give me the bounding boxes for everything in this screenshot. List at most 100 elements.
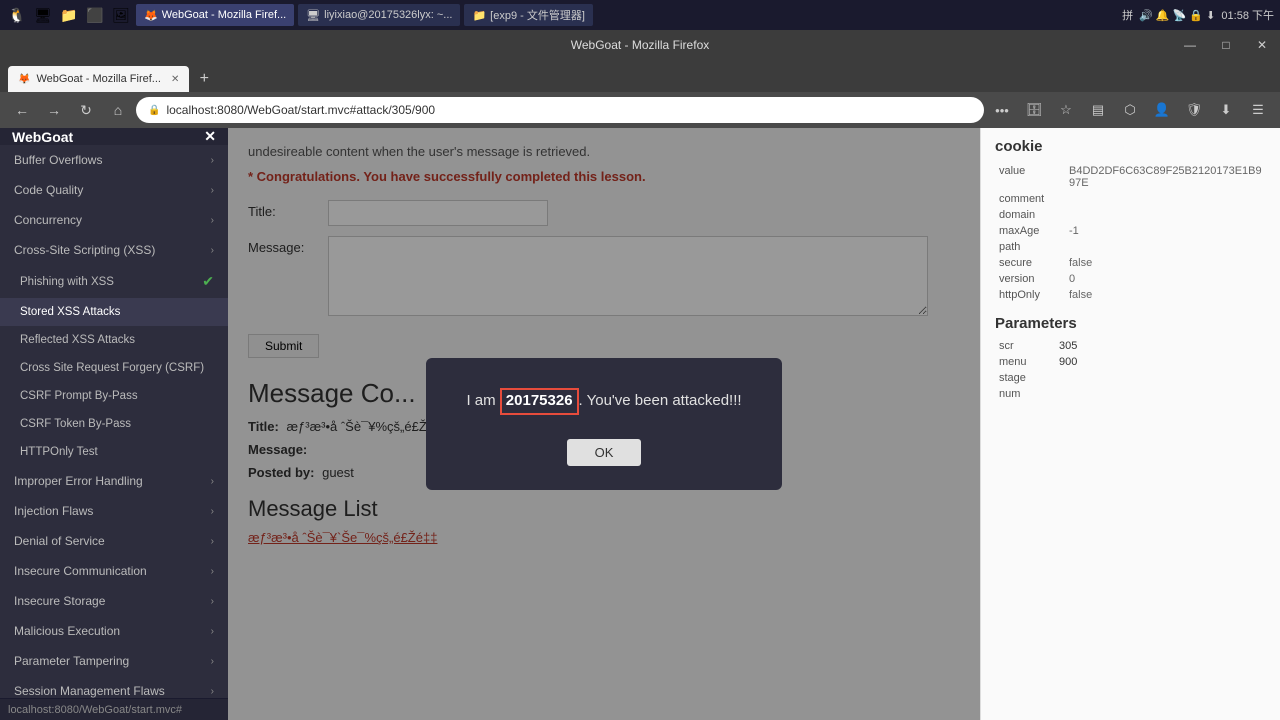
cookie-val: [1065, 239, 1266, 255]
tab-label: WebGoat - Mozilla Firef...: [36, 73, 161, 85]
sidebar-header: WebGoat ✕: [0, 128, 228, 145]
sidebar-item-insecure-comm[interactable]: Insecure Communication ›: [0, 556, 228, 586]
pocket-icon[interactable]: 🗄: [1020, 96, 1048, 124]
sidebar-item-injection[interactable]: Injection Flaws ›: [0, 496, 228, 526]
sidebar-item-stored-xss[interactable]: Stored XSS Attacks: [0, 298, 228, 326]
cookie-title: cookie: [995, 138, 1266, 155]
params-title: Parameters: [995, 315, 1266, 332]
taskbar-terminal2-btn[interactable]: 🖥 liyixiao@20175326lyx: ~...: [298, 4, 460, 26]
sidebar-item-csrf-token[interactable]: CSRF Token By-Pass: [0, 410, 228, 438]
shield-icon[interactable]: 🛡: [1180, 96, 1208, 124]
alert-dialog: I am 20175326. You've been attacked!!! O…: [426, 358, 781, 490]
sidebar-close-icon[interactable]: ✕: [204, 128, 216, 145]
taskbar-firefox-btn[interactable]: 🦊 WebGoat - Mozilla Firef...: [136, 4, 294, 26]
bookmarks-panel-icon[interactable]: ▤: [1084, 96, 1112, 124]
url-text: localhost:8080/WebGoat/start.mvc#attack/…: [166, 103, 435, 117]
taskbar-filemanager-btn[interactable]: 📁 [exp9 - 文件管理器]: [464, 4, 592, 26]
cookie-key: path: [995, 239, 1065, 255]
param-val: [1055, 370, 1266, 386]
more-btn[interactable]: •••: [988, 96, 1016, 124]
menu-icon[interactable]: ☰: [1244, 96, 1272, 124]
taskbar-image-icon[interactable]: 🖼: [110, 4, 132, 26]
param-key: menu: [995, 354, 1055, 370]
input-method-icon[interactable]: 拼: [1122, 7, 1133, 23]
sidebar-item-csrf-prompt[interactable]: CSRF Prompt By-Pass: [0, 382, 228, 410]
cookie-row: comment: [995, 191, 1266, 207]
sidebar-item-param-tampering[interactable]: Parameter Tampering ›: [0, 646, 228, 676]
sidebar-item-csrf[interactable]: Cross Site Request Forgery (CSRF): [0, 354, 228, 382]
minimize-btn[interactable]: —: [1172, 30, 1208, 60]
tab-favicon: 🦊: [18, 74, 30, 85]
sidebar-item-malicious[interactable]: Malicious Execution ›: [0, 616, 228, 646]
sidebar-item-code-quality[interactable]: Code Quality ›: [0, 175, 228, 205]
dialog-text-after: . You've been attacked!!!: [579, 392, 742, 409]
cookie-val: false: [1065, 287, 1266, 303]
expand-icon: ›: [211, 215, 214, 226]
sidebar-item-label: Denial of Service: [14, 534, 211, 548]
maximize-btn[interactable]: □: [1208, 30, 1244, 60]
home-btn[interactable]: ⌂: [104, 96, 132, 124]
bookmark-icon[interactable]: ☆: [1052, 96, 1080, 124]
modal-overlay: I am 20175326. You've been attacked!!! O…: [228, 128, 980, 720]
sidebar-item-insecure-storage[interactable]: Insecure Storage ›: [0, 586, 228, 616]
expand-icon: ›: [211, 686, 214, 697]
sidebar-item-label: Insecure Communication: [14, 564, 211, 578]
sidebar-item-dos[interactable]: Denial of Service ›: [0, 526, 228, 556]
expand-icon: ›: [211, 185, 214, 196]
sidebar-item-phishing[interactable]: Phishing with XSS ✔: [0, 265, 228, 298]
expand-icon: ›: [211, 155, 214, 166]
param-val: 305: [1055, 338, 1266, 354]
cookie-val: 0: [1065, 271, 1266, 287]
status-bar: localhost:8080/WebGoat/start.mvc#: [0, 698, 228, 720]
expand-icon: ›: [211, 476, 214, 487]
taskbar-folder-icon[interactable]: 📁: [58, 4, 80, 26]
sidebar-item-label: Improper Error Handling: [14, 474, 211, 488]
nav-right-icons: ••• 🗄 ☆ ▤ ⬡ 👤 🛡 ⬇ ☰: [988, 96, 1272, 124]
param-row: num: [995, 386, 1266, 402]
sidebar-item-reflected-xss[interactable]: Reflected XSS Attacks: [0, 326, 228, 354]
cookie-val: false: [1065, 255, 1266, 271]
cookie-key: httpOnly: [995, 287, 1065, 303]
cookie-val: [1065, 207, 1266, 223]
sidebar-item-label: Buffer Overflows: [14, 153, 211, 167]
cookie-row: path: [995, 239, 1266, 255]
cookie-key: version: [995, 271, 1065, 287]
cookie-key: comment: [995, 191, 1065, 207]
dialog-text-before: I am: [466, 392, 499, 409]
sidebar-item-label: Phishing with XSS: [20, 276, 202, 288]
address-bar[interactable]: 🔒 localhost:8080/WebGoat/start.mvc#attac…: [136, 97, 984, 123]
firefox-icon: 🦊: [144, 9, 158, 22]
expand-icon: ›: [211, 566, 214, 577]
taskbar-penguin-icon[interactable]: 🐧: [6, 4, 28, 26]
cookie-row: httpOnlyfalse: [995, 287, 1266, 303]
forward-btn[interactable]: →: [40, 96, 68, 124]
browser-nav: ← → ↻ ⌂ 🔒 localhost:8080/WebGoat/start.m…: [0, 92, 1280, 128]
tab-close-icon[interactable]: ✕: [171, 74, 179, 85]
cookie-val: -1: [1065, 223, 1266, 239]
cookie-row: valueB4DD2DF6C63C89F25B2120173E1B997E: [995, 163, 1266, 191]
param-val: 900: [1055, 354, 1266, 370]
content-area: undesireable content when the user's mes…: [228, 128, 1280, 720]
sidebar-item-buffer-overflows[interactable]: Buffer Overflows ›: [0, 145, 228, 175]
close-btn[interactable]: ✕: [1244, 30, 1280, 60]
browser-tab-active[interactable]: 🦊 WebGoat - Mozilla Firef... ✕: [8, 66, 189, 92]
cookie-val: [1065, 191, 1266, 207]
download-icon[interactable]: ⬇: [1212, 96, 1240, 124]
sidebar-item-concurrency[interactable]: Concurrency ›: [0, 205, 228, 235]
sidebar-item-httponly[interactable]: HTTPOnly Test: [0, 438, 228, 466]
reload-btn[interactable]: ↻: [72, 96, 100, 124]
new-tab-btn[interactable]: +: [191, 66, 217, 92]
check-icon: ✔: [202, 273, 214, 290]
browser-title: WebGoat - Mozilla Firefox: [571, 38, 710, 52]
browser-tab-bar: 🦊 WebGoat - Mozilla Firef... ✕ +: [0, 60, 1280, 92]
profile-icon[interactable]: 👤: [1148, 96, 1176, 124]
sidebar-item-xss[interactable]: Cross-Site Scripting (XSS) ›: [0, 235, 228, 265]
synced-tabs-icon[interactable]: ⬡: [1116, 96, 1144, 124]
param-key: scr: [995, 338, 1055, 354]
dialog-ok-btn[interactable]: OK: [567, 439, 642, 466]
back-btn[interactable]: ←: [8, 96, 36, 124]
taskbar-terminal-icon[interactable]: ⬛: [84, 4, 106, 26]
sidebar-item-improper-error[interactable]: Improper Error Handling ›: [0, 466, 228, 496]
taskbar-screen-icon[interactable]: 🖥: [32, 4, 54, 26]
right-panel: cookie valueB4DD2DF6C63C89F25B2120173E1B…: [980, 128, 1280, 720]
